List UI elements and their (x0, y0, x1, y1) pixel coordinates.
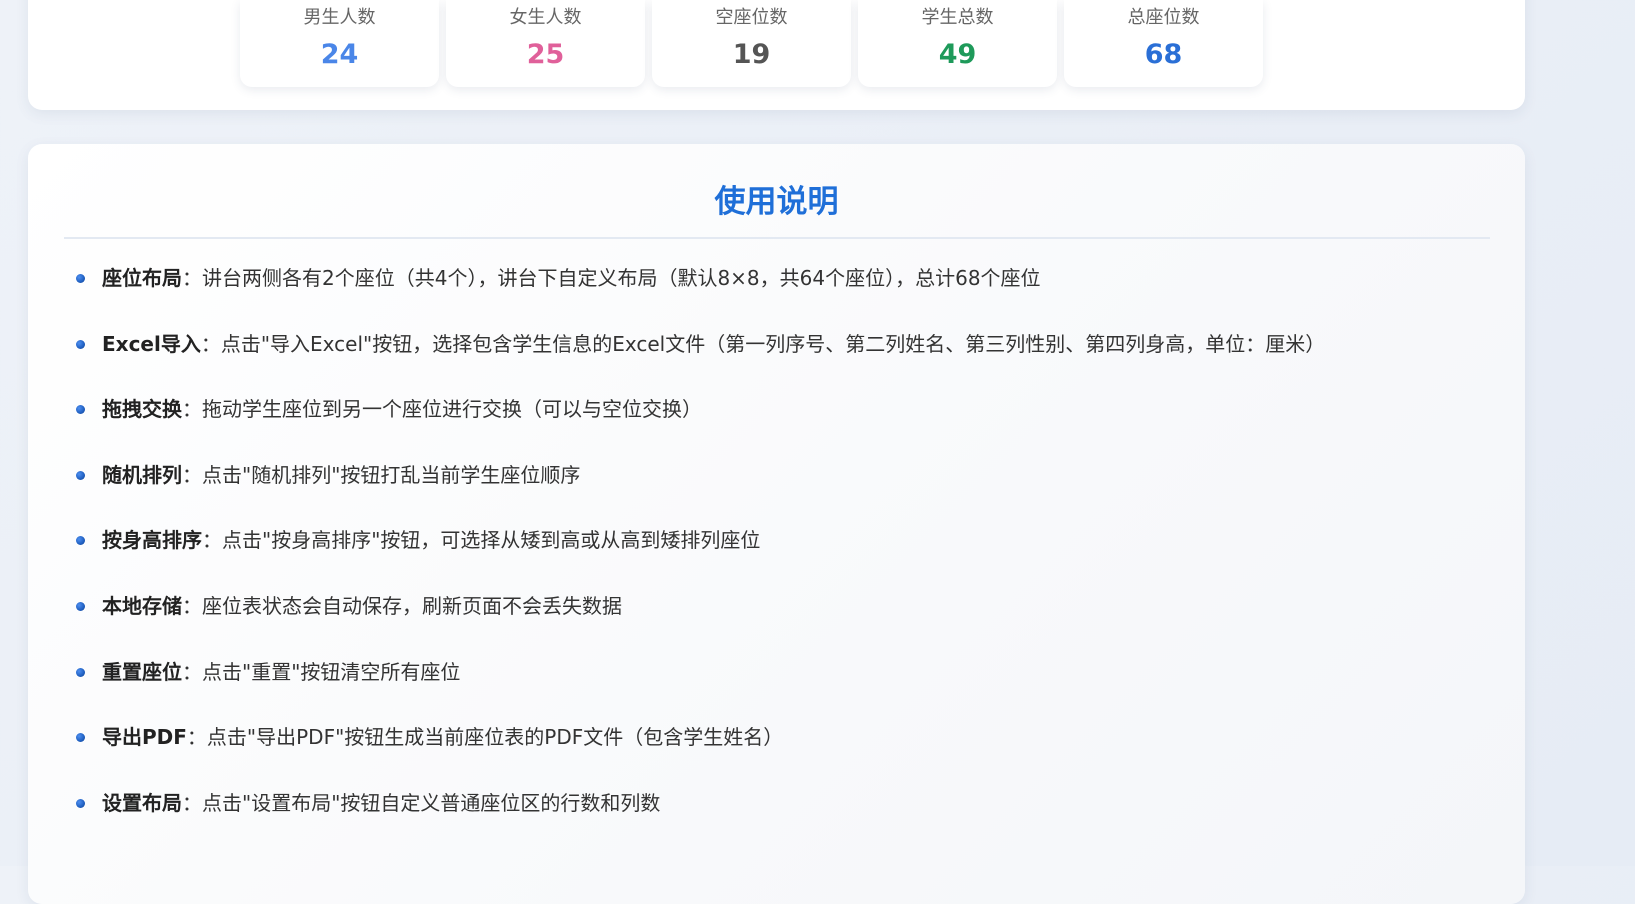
list-item: 座位布局：讲台两侧各有2个座位（共4个），讲台下自定义布局（默认8×8，共64个… (76, 266, 1325, 332)
bullet-icon (76, 536, 85, 546)
instruction-description: 点击"重置"按钮清空所有座位 (202, 659, 461, 684)
bullet-icon (76, 601, 85, 611)
stat-card-total-students: 学生总数 49 (858, 0, 1057, 87)
bullet-icon (76, 405, 85, 415)
instruction-description: 点击"导出PDF"按钮生成当前座位表的PDF文件（包含学生姓名） (206, 725, 784, 750)
stat-card-boys: 男生人数 24 (240, 0, 439, 87)
instruction-term: 本地存储 (102, 593, 182, 618)
stat-value: 19 (732, 39, 771, 70)
list-item: Excel导入：点击"导入Excel"按钮，选择包含学生信息的Excel文件（第… (76, 332, 1325, 398)
bullet-icon (76, 339, 85, 349)
stat-value: 24 (320, 39, 359, 70)
bullet-icon (76, 733, 85, 743)
instruction-separator: ： (182, 659, 202, 684)
instruction-description: 座位表状态会自动保存，刷新页面不会丢失数据 (202, 593, 622, 618)
instruction-term: 按身高排序 (102, 528, 202, 553)
instruction-separator: ： (186, 725, 207, 750)
stat-card-total-seats: 总座位数 68 (1064, 0, 1263, 87)
list-item: 设置布局：点击"设置布局"按钮自定义普通座位区的行数和列数 (76, 791, 1325, 857)
stat-label: 学生总数 (921, 7, 994, 28)
instructions-panel: 使用说明 座位布局：讲台两侧各有2个座位（共4个），讲台下自定义布局（默认8×8… (28, 144, 1525, 904)
stat-value: 68 (1144, 39, 1183, 70)
instruction-term: 设置布局 (102, 790, 182, 815)
instruction-term: 拖拽交换 (102, 397, 182, 422)
stat-value: 25 (526, 39, 565, 70)
list-item: 重置座位：点击"重置"按钮清空所有座位 (76, 660, 1325, 726)
instruction-separator: ： (182, 593, 202, 618)
stat-label: 男生人数 (303, 7, 376, 28)
instruction-description: 拖动学生座位到另一个座位进行交换（可以与空位交换） (202, 397, 702, 422)
list-item: 本地存储：座位表状态会自动保存，刷新页面不会丢失数据 (76, 594, 1325, 660)
instruction-separator: ： (202, 528, 222, 553)
instruction-separator: ： (182, 462, 202, 487)
bullet-icon (76, 274, 85, 283)
list-item: 按身高排序：点击"按身高排序"按钮，可选择从矮到高或从高到矮排列座位 (76, 528, 1325, 594)
list-item: 导出PDF：点击"导出PDF"按钮生成当前座位表的PDF文件（包含学生姓名） (76, 725, 1325, 791)
instruction-description: 点击"导入Excel"按钮，选择包含学生信息的Excel文件（第一列序号、第二列… (220, 331, 1326, 356)
instruction-term: 随机排列 (102, 462, 182, 487)
stat-label: 总座位数 (1127, 7, 1200, 28)
instruction-term: 座位布局 (102, 266, 182, 290)
stat-card-empty-seats: 空座位数 19 (652, 0, 851, 87)
list-item: 拖拽交换：拖动学生座位到另一个座位进行交换（可以与空位交换） (76, 397, 1325, 463)
bullet-icon (76, 667, 85, 677)
instruction-description: 点击"按身高排序"按钮，可选择从矮到高或从高到矮排列座位 (222, 528, 761, 553)
instruction-term: Excel导入 (102, 331, 201, 356)
stat-label: 女生人数 (509, 7, 582, 28)
bullet-icon (76, 798, 85, 808)
instructions-list: 座位布局：讲台两侧各有2个座位（共4个），讲台下自定义布局（默认8×8，共64个… (76, 266, 1325, 856)
instruction-separator: ： (182, 790, 202, 815)
instruction-term: 导出PDF (102, 725, 187, 750)
stat-value: 49 (938, 39, 977, 70)
list-item: 随机排列：点击"随机排列"按钮打乱当前学生座位顺序 (76, 463, 1325, 529)
instruction-separator: ： (182, 397, 202, 422)
bullet-icon (76, 470, 85, 480)
stat-card-girls: 女生人数 25 (446, 0, 645, 87)
instruction-separator: ： (182, 266, 202, 290)
instruction-description: 点击"设置布局"按钮自定义普通座位区的行数和列数 (202, 790, 661, 815)
instruction-term: 重置座位 (102, 659, 182, 684)
stat-label: 空座位数 (715, 7, 788, 28)
stats-panel: 男生人数 24 女生人数 25 空座位数 19 学生总数 49 总座位数 68 (28, 0, 1525, 110)
title-divider (64, 237, 1490, 239)
instruction-separator: ： (200, 331, 221, 356)
instruction-description: 点击"随机排列"按钮打乱当前学生座位顺序 (202, 462, 581, 487)
instructions-title: 使用说明 (714, 184, 839, 220)
instruction-description: 讲台两侧各有2个座位（共4个），讲台下自定义布局（默认8×8，共64个座位），总… (202, 266, 1041, 290)
